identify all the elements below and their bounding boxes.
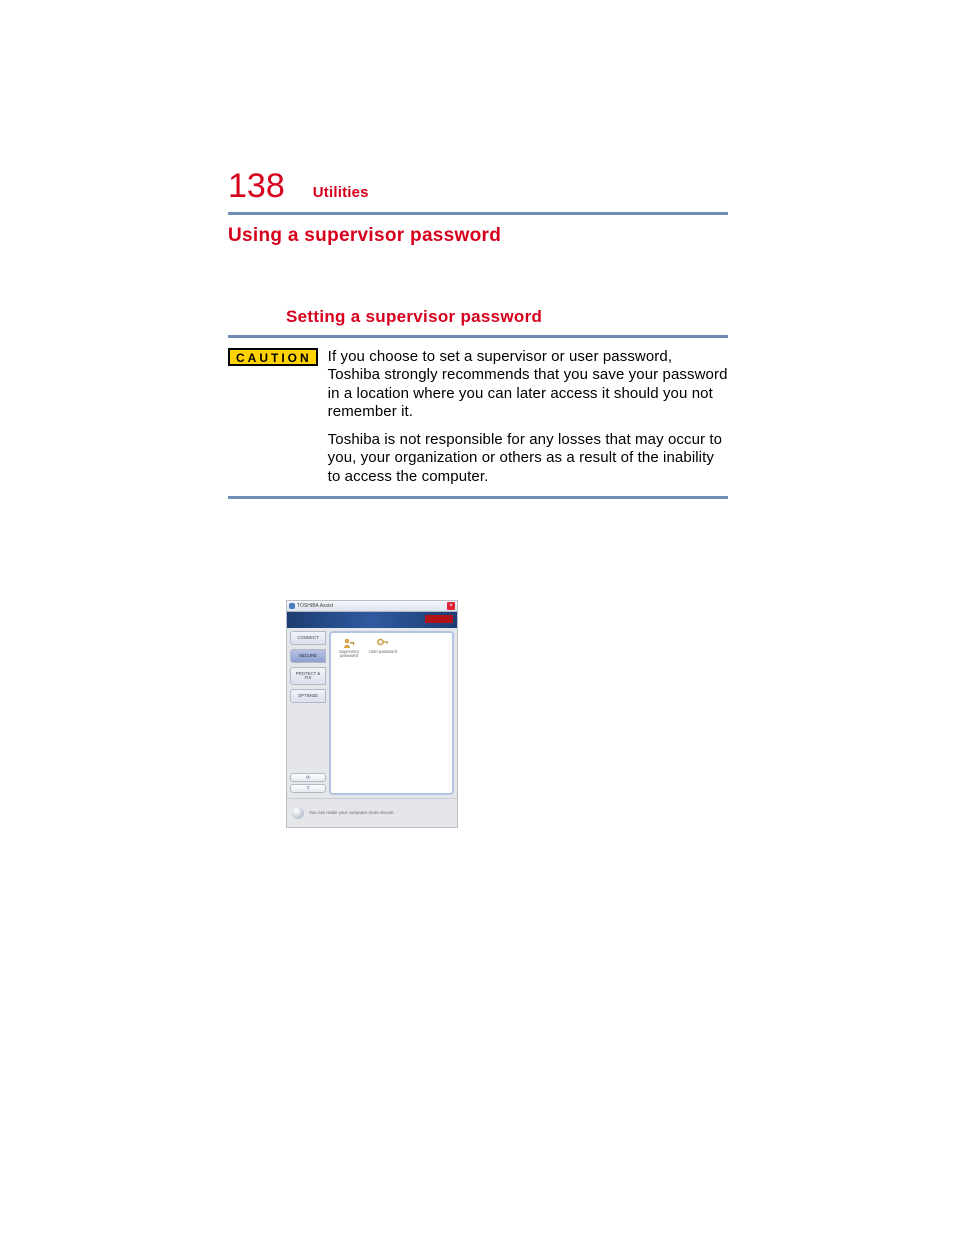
close-icon[interactable]: × [447,602,455,610]
page-number: 138 [228,167,285,206]
caution-block: CAUTION If you choose to set a superviso… [228,348,728,486]
tab-secure[interactable]: SECURE [290,649,326,663]
divider [228,212,728,215]
divider [228,496,728,499]
info-icon: i [292,807,304,819]
divider [228,335,728,338]
caution-badge: CAUTION [228,348,318,366]
toshiba-assist-screenshot: TOSHIBA Assist × CONNECT SECURE PROTECT … [286,600,458,828]
page-header: 138 Utilities [228,167,728,206]
app-banner [287,612,457,628]
caution-paragraph: Toshiba is not responsible for any losse… [328,431,728,486]
status-text: You can make your computer more secure [309,810,394,815]
caution-text: If you choose to set a supervisor or use… [328,348,728,486]
section-title: Using a supervisor password [228,225,728,247]
tab-optimize[interactable]: OPTIMIZE [290,689,326,703]
manual-page: 138 Utilities Using a supervisor passwor… [228,167,728,499]
item-label: User password [369,650,397,654]
window-title: TOSHIBA Assist [297,603,333,609]
window-titlebar: TOSHIBA Assist × [287,601,457,612]
key-icon [376,637,390,649]
tab-protect-fix[interactable]: PROTECT & FIX [290,667,326,685]
app-icon [289,603,295,609]
status-bar: i You can make your computer more secure [287,798,457,826]
subsection-title: Setting a supervisor password [286,307,728,327]
supervisor-password-item[interactable]: Supervisor password [335,637,363,789]
content-panel: Supervisor password User password [329,631,454,795]
caution-paragraph: If you choose to set a supervisor or use… [328,348,728,421]
help-button[interactable]: ? [290,784,326,793]
app-body: CONNECT SECURE PROTECT & FIX OPTIMIZE ⟳ … [287,628,457,798]
item-label: Supervisor password [335,650,363,659]
user-password-item[interactable]: User password [369,637,397,789]
sidebar-tabs: CONNECT SECURE PROTECT & FIX OPTIMIZE ⟳ … [290,631,326,795]
user-key-icon [342,637,356,649]
chapter-title: Utilities [313,184,369,201]
tab-connect[interactable]: CONNECT [290,631,326,645]
refresh-button[interactable]: ⟳ [290,773,326,782]
